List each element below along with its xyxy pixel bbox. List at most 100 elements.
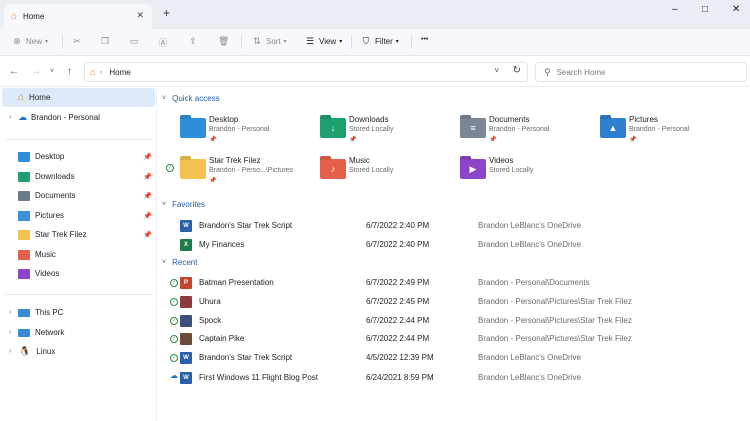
chevron-down-icon[interactable]: ˅ [494,66,499,75]
quick-access-item-downloads[interactable]: ↓ Downloads Stored Locally 📌 [316,114,456,148]
plus-circle-icon: ⊕ [13,36,21,46]
sidebar-item-linux[interactable]: › 🐧 Linux [2,342,155,361]
up-button[interactable]: ↑ [67,66,72,77]
recent-locations-button[interactable]: ˅ [50,68,54,75]
title-bar: ⌂ Home ✕ + – □ ✕ [0,0,750,29]
table-row[interactable]: ✓ W Brandon's Star Trek Script 4/5/2022 … [166,349,746,367]
filter-icon: ⛉ [362,36,370,46]
item-location: Stored Locally [349,167,394,174]
expand-chevron-icon[interactable]: › [5,114,15,121]
file-name: Captain Pike [199,334,245,343]
sort-icon: ⇅ [253,36,261,46]
minimize-button[interactable]: – [672,4,678,15]
forward-button[interactable]: → [31,66,41,77]
quick-access-item-desktop[interactable]: Desktop Brandon - Personal 📌 [176,114,316,148]
sidebar-item-videos[interactable]: Videos [2,264,155,283]
delete-button[interactable]: 🗑 [218,36,232,47]
quick-access-item-pictures[interactable]: ▲ Pictures Brandon - Personal 📌 [596,114,736,148]
more-options-button[interactable]: ••• [421,36,428,43]
search-input[interactable] [556,67,737,77]
chevron-down-icon: ▾ [283,39,287,45]
tab-home[interactable]: ⌂ Home ✕ [4,4,152,29]
pin-icon: 📌 [349,137,357,143]
clipboard-icon: ▭ [129,36,139,46]
table-row[interactable]: ✓ P Batman Presentation 6/7/2022 2:49 PM… [166,274,746,292]
item-name: Star Trek Filez [209,156,261,165]
file-name: First Windows 11 Flight Blog Post [199,373,319,382]
sidebar-item-label: Brandon - Personal [31,113,100,122]
sidebar-item-downloads[interactable]: Downloads 📌 [2,167,155,186]
file-date: 6/7/2022 2:49 PM [366,278,430,287]
pin-icon[interactable]: 📌 [143,212,152,220]
breadcrumb[interactable]: Home [109,68,130,77]
cut-button[interactable]: ✂ [72,36,86,47]
copy-button[interactable]: ❐ [100,36,114,47]
back-button[interactable]: ← [9,66,19,77]
filter-button[interactable]: ⛉ Filter ▾ [361,36,399,47]
home-icon: ⌂ [90,66,97,78]
table-row[interactable]: ☁ W First Windows 11 Flight Blog Post 6/… [166,369,746,387]
pin-icon[interactable]: 📌 [143,192,152,200]
command-bar: ⊕ New ▾ ✂ ❐ ▭ Ⓐ ⇪ 🗑 ⇅ Sort ▾ ☰ View ▾ ⛉ … [0,29,750,56]
table-row[interactable]: ✓ Uhura 6/7/2022 2:45 PM Brandon - Perso… [166,293,746,311]
search-icon: ⚲ [544,66,551,77]
search-box[interactable]: ⚲ [535,62,747,82]
recent-header[interactable]: ˅ Recent [162,258,197,267]
file-date: 6/7/2022 2:44 PM [366,316,430,325]
sidebar-item-this-pc[interactable]: › This PC [2,303,155,322]
sidebar-item-desktop[interactable]: Desktop 📌 [2,147,155,166]
table-row[interactable]: ✓ Captain Pike 6/7/2022 2:44 PM Brandon … [166,330,746,348]
computer-icon [18,308,30,317]
desktop-icon [18,151,30,162]
table-row[interactable]: ✓ Spock 6/7/2022 2:44 PM Brandon - Perso… [166,312,746,330]
pin-icon[interactable]: 📌 [143,173,152,181]
file-location: Brandon LeBlanc's OneDrive [478,353,581,362]
table-row[interactable]: W Brandon's Star Trek Script 6/7/2022 2:… [166,217,746,235]
home-icon: ⌂ [11,11,18,22]
refresh-icon[interactable]: ↻ [513,65,521,76]
quick-access-item-documents[interactable]: ≡ Documents Brandon - Personal 📌 [456,114,596,148]
linux-penguin-icon: 🐧 [19,346,31,356]
chevron-down-icon: ▾ [395,39,399,45]
paste-button[interactable]: ▭ [129,36,143,47]
cloud-icon: ☁ [170,371,178,380]
rename-button[interactable]: Ⓐ [158,36,172,49]
item-location: Brandon - Personal [489,126,550,133]
quick-access-item-videos[interactable]: ▶ Videos Stored Locally [456,155,596,189]
favorites-header[interactable]: ˅ Favorites [162,200,205,209]
sidebar-item-music[interactable]: Music [2,245,155,264]
home-icon: ⌂ [18,92,25,103]
chevron-down-icon: ˅ [162,95,167,102]
expand-chevron-icon[interactable]: › [5,348,15,355]
pin-icon[interactable]: 📌 [143,231,152,239]
address-bar[interactable]: ⌂ › Home ˅ ↻ [84,62,528,82]
new-tab-button[interactable]: + [163,6,170,20]
maximize-button[interactable]: □ [702,4,708,15]
sidebar-item-documents[interactable]: Documents 📌 [2,186,155,205]
sidebar-item-star-trek-filez[interactable]: Star Trek Filez 📌 [2,225,155,244]
network-icon [18,328,30,337]
table-row[interactable]: X My Finances 6/7/2022 2:40 PM Brandon L… [166,236,746,254]
item-name: Videos [489,156,514,165]
close-window-button[interactable]: ✕ [732,4,740,15]
sidebar-item-network[interactable]: › Network [2,323,155,342]
sidebar-item-label: Downloads [35,172,75,181]
synced-check-icon: ✓ [170,317,178,325]
close-tab-icon[interactable]: ✕ [136,10,144,21]
sort-button[interactable]: ⇅ Sort ▾ [252,36,287,47]
sidebar-item-onedrive[interactable]: › ☁ Brandon - Personal [2,108,155,127]
quick-access-header[interactable]: ˅ Quick access [162,94,220,103]
quick-access-item-star-trek-filez[interactable]: ✓ Star Trek Filez Brandon - Perso...\Pic… [166,155,316,189]
star-trek-folder-icon [180,159,206,179]
share-button[interactable]: ⇪ [188,36,202,47]
pin-icon[interactable]: 📌 [143,153,152,161]
sidebar-item-home[interactable]: ⌂ Home [2,88,155,107]
quick-access-item-music[interactable]: ♪ Music Stored Locally [316,155,456,189]
breadcrumb-separator-icon: › [100,68,103,76]
expand-chevron-icon[interactable]: › [5,309,15,316]
view-button[interactable]: ☰ View ▾ [305,36,342,47]
expand-chevron-icon[interactable]: › [5,329,15,336]
sidebar-item-pictures[interactable]: Pictures 📌 [2,206,155,225]
new-button[interactable]: ⊕ New ▾ [12,36,48,47]
item-location: Stored Locally [349,126,394,133]
